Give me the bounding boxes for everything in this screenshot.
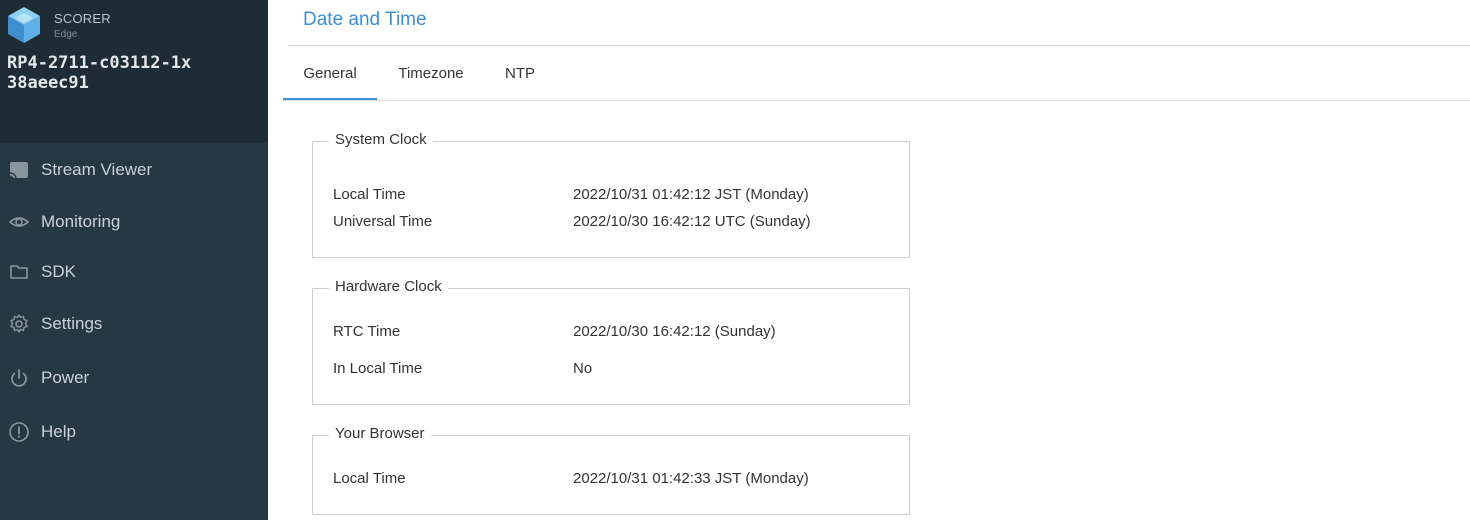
sidebar-item-power[interactable]: Power bbox=[0, 358, 268, 398]
system-clock-section: System Clock Local Time 2022/10/31 01:42… bbox=[312, 131, 910, 258]
sidebar-item-label: SDK bbox=[41, 262, 76, 281]
local-time-value: 2022/10/31 01:42:12 JST (Monday) bbox=[573, 186, 809, 203]
sidebar-item-label: Power bbox=[41, 368, 90, 387]
device-name: RP4-2711-c03112-1x bbox=[7, 53, 192, 73]
brand-name: SCORER bbox=[54, 11, 111, 26]
sidebar-item-label: Stream Viewer bbox=[41, 160, 153, 179]
sidebar-item-help[interactable]: Help bbox=[0, 412, 268, 452]
power-icon bbox=[8, 367, 30, 389]
rtc-time-label: RTC Time bbox=[333, 323, 401, 340]
device-id: 38aeec91 bbox=[7, 73, 89, 93]
hardware-clock-section: Hardware Clock RTC Time 2022/10/30 16:42… bbox=[312, 278, 910, 405]
in-local-time-value: No bbox=[573, 360, 593, 377]
section-title: Your Browser bbox=[329, 425, 431, 442]
tab-timezone[interactable]: Timezone bbox=[383, 46, 479, 101]
universal-time-value: 2022/10/30 16:42:12 UTC (Sunday) bbox=[573, 213, 811, 230]
gear-icon bbox=[8, 313, 30, 335]
rtc-time-value: 2022/10/30 16:42:12 (Sunday) bbox=[573, 323, 776, 340]
sidebar-item-stream-viewer[interactable]: Stream Viewer bbox=[0, 150, 268, 190]
sidebar-item-label: Monitoring bbox=[41, 212, 121, 231]
browser-local-time-label: Local Time bbox=[333, 470, 406, 487]
in-local-time-label: In Local Time bbox=[333, 360, 423, 377]
sidebar-item-monitoring[interactable]: Monitoring bbox=[0, 202, 268, 242]
page-title: Date and Time bbox=[303, 9, 427, 30]
cast-icon bbox=[8, 159, 30, 181]
eye-icon bbox=[8, 211, 30, 233]
universal-time-label: Universal Time bbox=[333, 213, 433, 230]
sidebar-item-label: Settings bbox=[41, 314, 103, 333]
tab-ntp[interactable]: NTP bbox=[493, 46, 547, 101]
sidebar-item-sdk[interactable]: SDK bbox=[0, 252, 268, 292]
your-browser-section: Your Browser Local Time 2022/10/31 01:42… bbox=[312, 425, 910, 515]
sidebar-item-label: Help bbox=[41, 422, 76, 441]
cube-logo-icon bbox=[8, 7, 40, 43]
brand-subtitle: Edge bbox=[54, 29, 78, 40]
section-title: Hardware Clock bbox=[329, 278, 448, 295]
browser-local-time-value: 2022/10/31 01:42:33 JST (Monday) bbox=[573, 470, 809, 487]
sidebar-item-settings[interactable]: Settings bbox=[0, 304, 268, 344]
section-title: System Clock bbox=[329, 131, 433, 148]
folder-icon bbox=[8, 261, 30, 283]
exclamation-circle-icon bbox=[8, 421, 30, 443]
sidebar: SCORER Edge RP4-2711-c03112-1x 38aeec91 … bbox=[0, 0, 268, 520]
brand-header: SCORER Edge RP4-2711-c03112-1x 38aeec91 bbox=[0, 0, 268, 143]
tabs-divider bbox=[283, 100, 1470, 101]
tab-bar: General Timezone NTP bbox=[283, 46, 1470, 101]
local-time-label: Local Time bbox=[333, 186, 406, 203]
tab-general[interactable]: General bbox=[283, 46, 377, 101]
